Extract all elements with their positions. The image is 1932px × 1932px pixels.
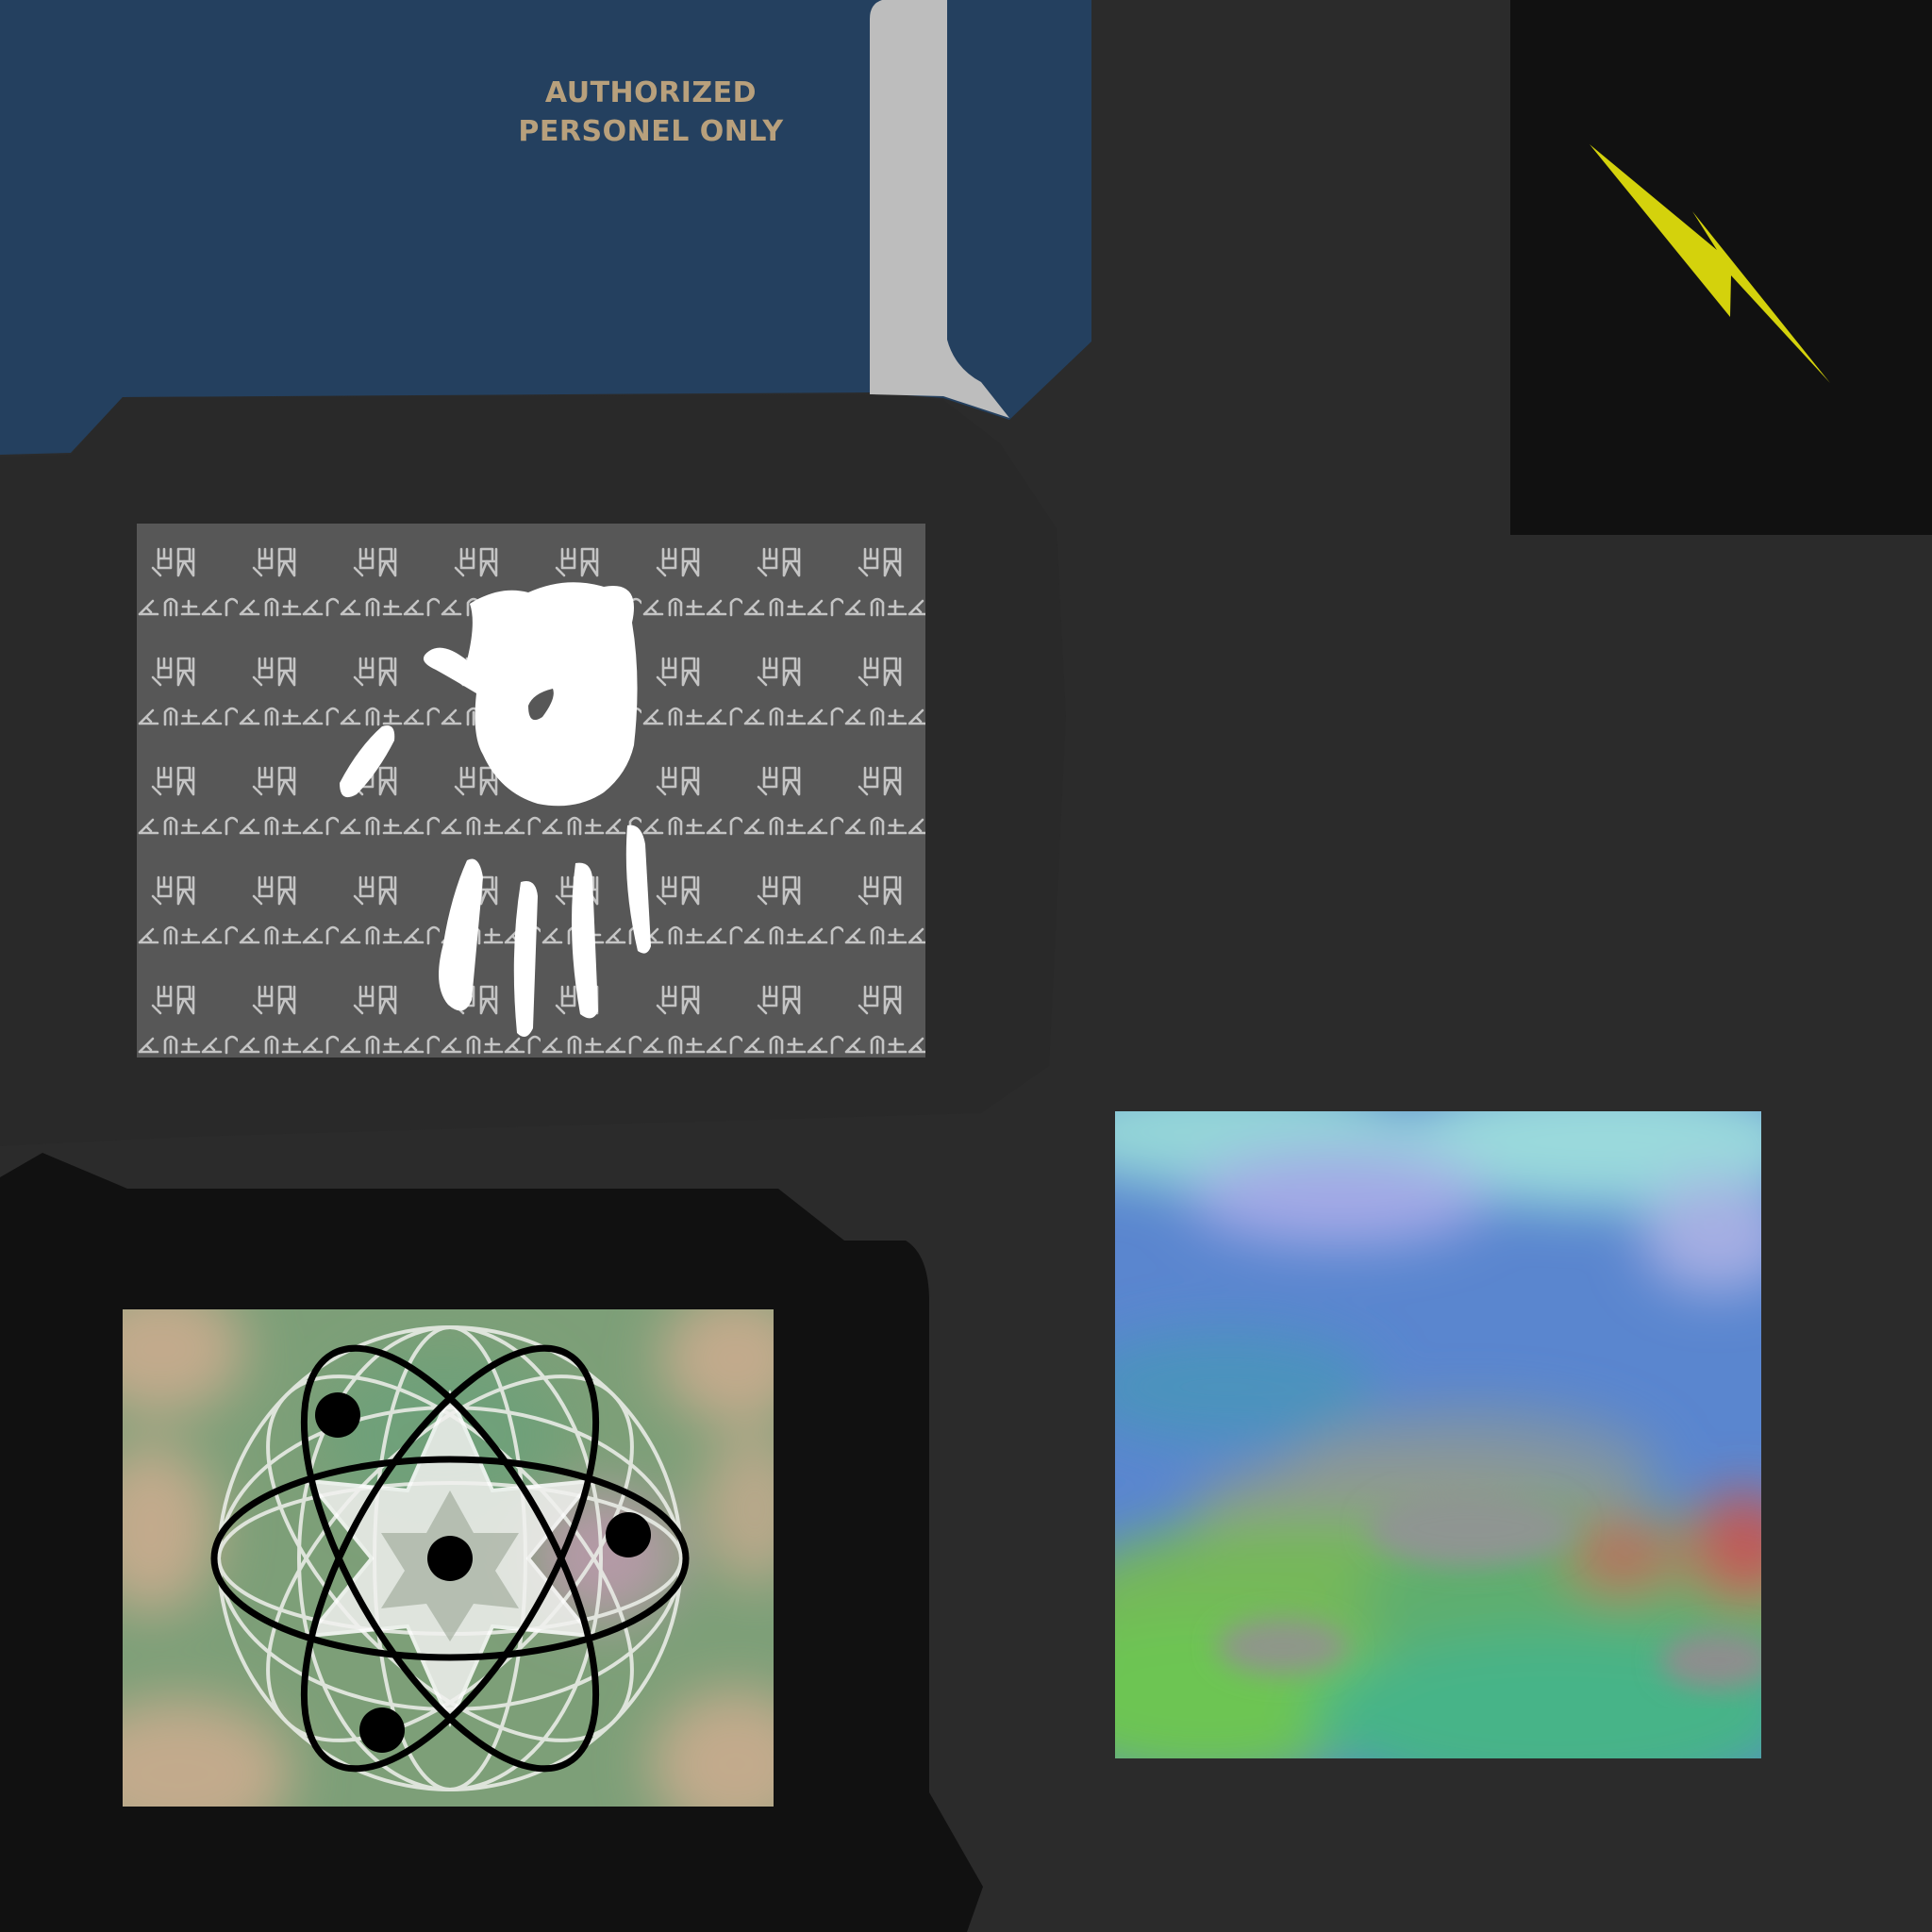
painted-landscape (1115, 1111, 1761, 1758)
sign-line-1: AUTHORIZED (544, 76, 758, 109)
atom-panel (123, 1309, 774, 1807)
texture-atlas (0, 0, 1932, 1932)
sign-line-2: PERSONEL ONLY (518, 115, 784, 148)
authorized-sign-text: AUTHORIZED PERSONEL ONLY (491, 74, 811, 151)
